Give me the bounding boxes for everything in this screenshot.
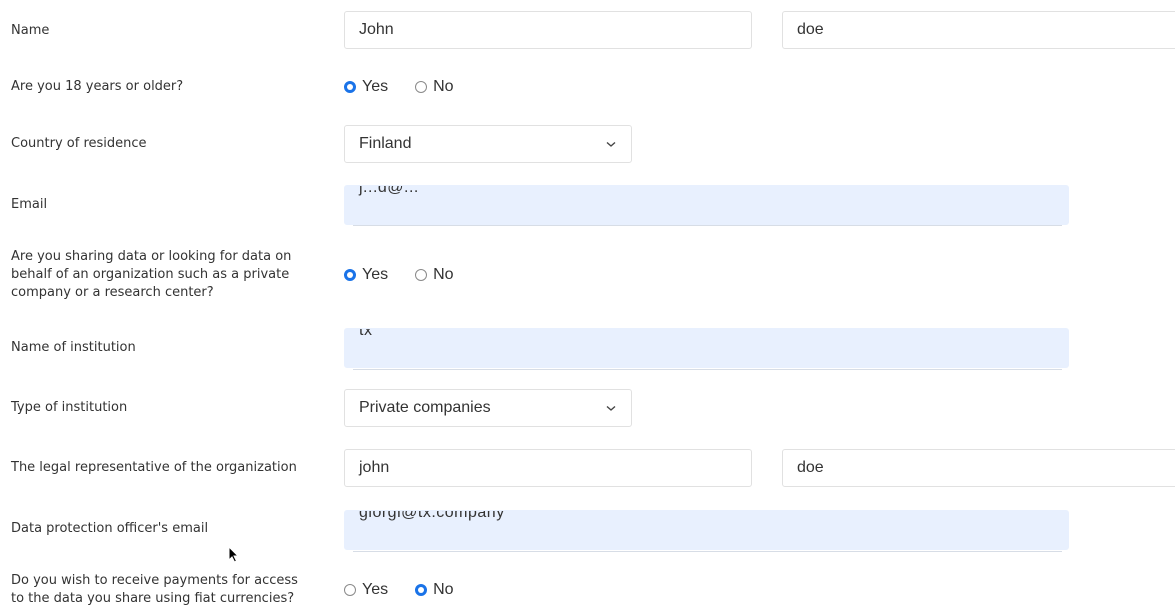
email-value: j...d@...	[359, 185, 419, 196]
organization-option-no[interactable]: No	[415, 266, 454, 284]
institution-name-input[interactable]: tx	[344, 328, 1069, 368]
representative-first-value: john	[359, 459, 390, 476]
dpo-email-underline	[353, 551, 1062, 552]
age-yes-radio[interactable]	[344, 81, 356, 93]
payments-label: Do you wish to receive payments for acce…	[11, 573, 298, 605]
row-representative: The legal representative of the organiza…	[0, 448, 1175, 488]
age-option-yes[interactable]: Yes	[344, 78, 388, 96]
row-name: Name John doe	[0, 10, 1175, 50]
payments-no-radio[interactable]	[415, 584, 428, 596]
row-payments: Do you wish to receive payments for acce…	[0, 571, 1175, 605]
chevron-down-icon	[606, 405, 616, 411]
representative-last-input[interactable]: doe	[782, 449, 1175, 487]
organization-radio-group: Yes No	[344, 266, 481, 284]
organization-label: Are you sharing data or looking for data…	[11, 249, 292, 300]
last-name-input[interactable]: doe	[782, 11, 1175, 49]
organization-yes-label: Yes	[362, 266, 389, 283]
age-label: Are you 18 years or older?	[11, 79, 184, 94]
representative-last-value: doe	[797, 459, 824, 476]
chevron-down-icon	[606, 141, 616, 147]
row-dpo-email: Data protection officer's email giorgi@t…	[0, 509, 1175, 553]
institution-type-label: Type of institution	[11, 400, 128, 415]
dpo-email-value: giorgi@tx.company	[359, 510, 505, 521]
age-no-label: No	[433, 78, 454, 95]
last-name-value: doe	[797, 21, 824, 38]
email-input[interactable]: j...d@...	[344, 185, 1069, 225]
first-name-value: John	[359, 21, 394, 38]
institution-name-value: tx	[359, 328, 373, 339]
email-underline	[353, 225, 1062, 226]
name-label: Name	[11, 23, 50, 38]
age-option-no[interactable]: No	[415, 78, 454, 96]
payments-yes-radio[interactable]	[344, 584, 356, 596]
age-no-radio[interactable]	[415, 81, 428, 93]
row-institution-name: Name of institution tx	[0, 327, 1175, 371]
country-value: Finland	[359, 135, 412, 152]
institution-name-label: Name of institution	[11, 340, 136, 355]
first-name-input[interactable]: John	[344, 11, 752, 49]
age-yes-label: Yes	[362, 78, 389, 95]
email-label: Email	[11, 197, 48, 212]
dpo-email-input[interactable]: giorgi@tx.company	[344, 510, 1069, 550]
institution-type-select[interactable]: Private companies	[344, 389, 632, 427]
representative-first-input[interactable]: john	[344, 449, 752, 487]
row-institution-type: Type of institution Private companies	[0, 388, 1175, 428]
country-select[interactable]: Finland	[344, 125, 632, 163]
mouse-cursor-icon	[228, 546, 240, 563]
row-age: Are you 18 years or older? Yes No	[0, 76, 1175, 100]
country-label: Country of residence	[11, 136, 147, 151]
organization-no-label: No	[433, 266, 454, 283]
institution-name-underline	[353, 369, 1062, 370]
registration-form: Name John doe Are you 18 years or older?…	[0, 0, 1175, 605]
organization-option-yes[interactable]: Yes	[344, 266, 388, 284]
payments-yes-label: Yes	[362, 581, 389, 598]
organization-no-radio[interactable]	[415, 269, 428, 281]
payments-option-no[interactable]: No	[415, 581, 454, 599]
payments-no-label: No	[433, 581, 454, 598]
organization-yes-radio[interactable]	[344, 269, 356, 281]
payments-option-yes[interactable]: Yes	[344, 581, 388, 599]
dpo-email-label: Data protection officer's email	[11, 521, 209, 536]
representative-label: The legal representative of the organiza…	[11, 460, 297, 475]
row-email: Email j...d@...	[0, 184, 1175, 228]
age-radio-group: Yes No	[344, 78, 481, 96]
row-country: Country of residence Finland	[0, 124, 1175, 164]
payments-radio-group: Yes No	[344, 581, 481, 599]
institution-type-value: Private companies	[359, 399, 491, 416]
row-organization: Are you sharing data or looking for data…	[0, 247, 1175, 307]
